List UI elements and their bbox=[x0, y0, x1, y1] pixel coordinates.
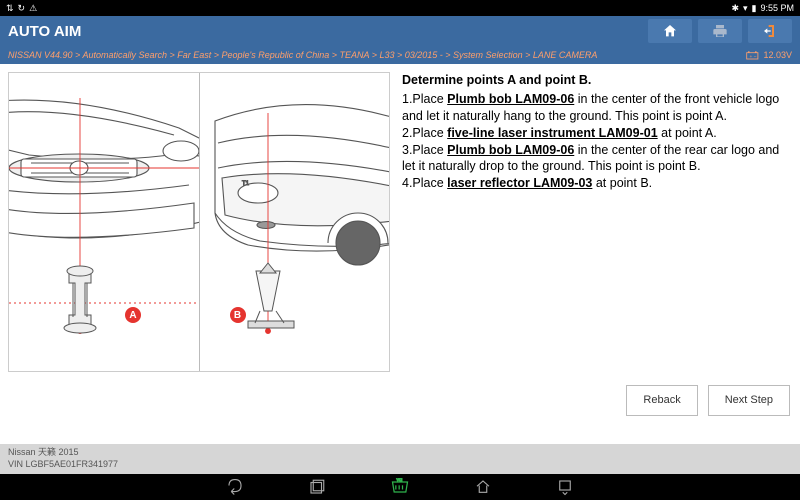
instruction-step-1: 1.Place Plumb bob LAM09-06 in the center… bbox=[402, 91, 790, 125]
wifi-icon: ⇅ bbox=[6, 3, 14, 14]
warning-icon: ⚠ bbox=[29, 3, 37, 14]
exit-button[interactable] bbox=[748, 19, 792, 43]
instructions-heading: Determine points A and point B. bbox=[402, 72, 790, 89]
instruction-step-4: 4.Place laser reflector LAM09-03 at poin… bbox=[402, 175, 790, 192]
signal-icon: ▾ bbox=[743, 3, 748, 14]
breadcrumb-bar: NISSAN V44.90 > Automatically Search > F… bbox=[0, 46, 800, 64]
rear-car-illustration: T1 bbox=[200, 73, 390, 371]
diagram-area: A T1 bbox=[0, 64, 398, 444]
print-icon bbox=[712, 23, 728, 39]
nav-dropdown-button[interactable] bbox=[556, 478, 574, 496]
next-step-button[interactable]: Next Step bbox=[708, 385, 790, 416]
nav-home-icon bbox=[474, 478, 492, 496]
breadcrumb-text: NISSAN V44.90 > Automatically Search > F… bbox=[8, 50, 597, 60]
app-title: AUTO AIM bbox=[8, 23, 642, 40]
nav-diag-button[interactable]: VCI bbox=[390, 478, 410, 496]
android-nav-bar: VCI bbox=[0, 474, 800, 500]
svg-text:VCI: VCI bbox=[397, 478, 403, 482]
nav-back-icon bbox=[226, 478, 244, 496]
exit-icon bbox=[762, 23, 778, 39]
voltage-indicator: + − 12.03V bbox=[746, 50, 792, 60]
badge-b: B bbox=[230, 307, 246, 323]
front-car-illustration bbox=[9, 73, 200, 371]
app-header: AUTO AIM bbox=[0, 16, 800, 46]
vehicle-info-footer: Nissan 天籁 2015 VIN LGBF5AE01FR341977 bbox=[0, 444, 800, 474]
battery-icon: + − bbox=[746, 51, 760, 60]
diagram-panel-a: A bbox=[9, 73, 200, 371]
diagram-box: A T1 bbox=[8, 72, 390, 372]
android-status-bar: ⇅ ↻ ⚠ ✱ ▾ ▮ 9:55 PM bbox=[0, 0, 800, 16]
instruction-step-3: 3.Place Plumb bob LAM09-06 in the center… bbox=[402, 142, 790, 176]
home-button[interactable] bbox=[648, 19, 692, 43]
battery-icon: ▮ bbox=[752, 3, 757, 14]
home-icon bbox=[662, 23, 678, 39]
vehicle-name: Nissan 天籁 2015 bbox=[8, 447, 792, 459]
tool-plumb-bob: Plumb bob LAM09-06 bbox=[447, 143, 574, 157]
nav-dropdown-icon bbox=[556, 478, 574, 496]
nav-recent-icon bbox=[308, 478, 326, 496]
tool-plumb-bob: Plumb bob LAM09-06 bbox=[447, 92, 574, 106]
tool-laser-reflector: laser reflector LAM09-03 bbox=[447, 176, 592, 190]
clock-text: 9:55 PM bbox=[760, 3, 794, 13]
nav-recent-button[interactable] bbox=[308, 478, 326, 496]
print-button[interactable] bbox=[698, 19, 742, 43]
voltage-text: 12.03V bbox=[763, 50, 792, 60]
instructions-area: Determine points A and point B. 1.Place … bbox=[398, 64, 800, 444]
svg-text:+ −: + − bbox=[750, 54, 757, 59]
content-area: A T1 bbox=[0, 64, 800, 444]
reback-button[interactable]: Reback bbox=[626, 385, 697, 416]
nav-diag-icon: VCI bbox=[390, 478, 410, 496]
vehicle-vin: VIN LGBF5AE01FR341977 bbox=[8, 459, 792, 471]
diagram-panel-b: T1 B bbox=[200, 73, 390, 371]
nav-back-button[interactable] bbox=[226, 478, 244, 496]
nav-home-button[interactable] bbox=[474, 478, 492, 496]
badge-a: A bbox=[125, 307, 141, 323]
sync-icon: ↻ bbox=[18, 3, 26, 14]
svg-text:T1: T1 bbox=[242, 181, 250, 187]
bluetooth-icon: ✱ bbox=[731, 3, 739, 14]
tool-laser-instrument: five-line laser instrument LAM09-01 bbox=[447, 126, 657, 140]
instruction-step-2: 2.Place five-line laser instrument LAM09… bbox=[402, 125, 790, 142]
